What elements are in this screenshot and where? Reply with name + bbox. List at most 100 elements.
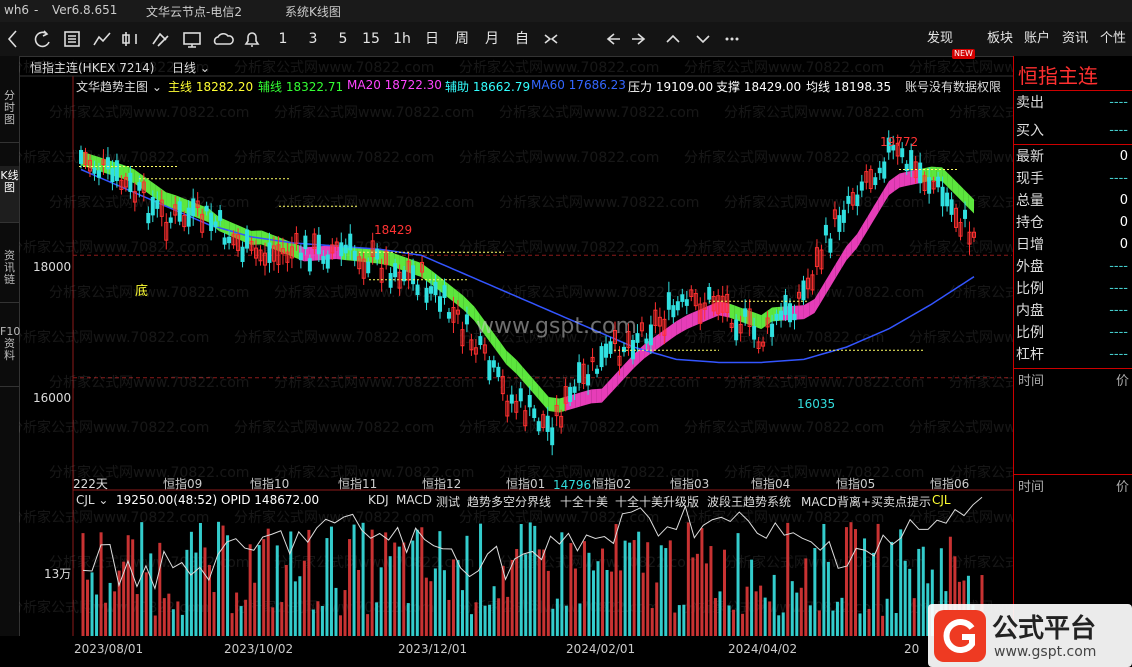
- ind-line-5: 压力 19109.00: [628, 80, 714, 94]
- kline-chart[interactable]: 分析家公式网www.70822.com 分析家公式网www.70822.com 分析…: [19, 56, 1013, 636]
- period-custom[interactable]: 自: [513, 29, 531, 49]
- candle: [146, 213, 151, 224]
- sub-tab-macd[interactable]: MACD: [396, 493, 432, 507]
- date-label: 2024/04/02: [728, 642, 798, 656]
- volume-bar: [610, 571, 614, 636]
- menu-news[interactable]: 资讯: [1062, 29, 1088, 49]
- monitor-icon: [183, 32, 201, 45]
- volume-bar: [614, 524, 618, 636]
- watermark-text: 分析家公式网www.70822.com: [19, 239, 209, 256]
- period-month[interactable]: 月: [483, 29, 501, 49]
- volume-bar: [325, 538, 329, 636]
- volume-bar: [844, 527, 848, 636]
- volume-bar: [230, 613, 234, 636]
- volume-bar: [153, 615, 157, 636]
- volume-bar: [555, 598, 559, 636]
- volume-bar: [867, 608, 871, 636]
- trend-band-segment: [506, 350, 512, 370]
- volume-bar: [578, 603, 582, 636]
- volume-bar: [718, 591, 722, 636]
- period-select[interactable]: 日线 ⌄: [172, 59, 210, 76]
- candle: [240, 246, 245, 262]
- menu-account[interactable]: 账户: [1024, 29, 1050, 49]
- period-1min[interactable]: 1: [274, 29, 292, 49]
- candle: [375, 248, 380, 260]
- menu-personal[interactable]: 个性: [1100, 29, 1126, 49]
- volume-bar: [768, 601, 772, 636]
- watermark-text: 分析家公式网www.70822.com: [909, 509, 1013, 526]
- server-node[interactable]: 文华云节点-电信2: [146, 3, 242, 20]
- sub-tab-macd-div[interactable]: MACD背离+买卖点提示: [801, 493, 931, 510]
- volume-bar: [334, 587, 338, 636]
- watermark-text: 分析家公式网www.70822.com: [274, 104, 474, 121]
- volume-bar: [605, 569, 609, 636]
- month-label: 恒指10: [250, 477, 290, 491]
- indicator-menu[interactable]: 文华趋势主图 ⌄: [76, 78, 162, 95]
- volume-bar: [339, 615, 343, 636]
- volume-bar: [876, 523, 880, 636]
- sub-tab-cjl[interactable]: CJL: [932, 493, 951, 507]
- period-week[interactable]: 周: [453, 29, 471, 49]
- watermark-text: 分析家公式网www.70822.com: [724, 374, 924, 391]
- volume-bar: [316, 601, 320, 636]
- watermark-text: 分析家公式网www.70822.com: [19, 419, 209, 436]
- title-bar: wh6 - Ver6.8.651 文华云节点-电信2 系统K线图: [0, 0, 1132, 22]
- volume-bar: [488, 604, 492, 636]
- ind-line-2: MA20 18722.30: [347, 78, 442, 92]
- candle: [752, 326, 757, 340]
- tab-kline[interactable]: K线图: [0, 166, 19, 223]
- candle: [267, 242, 272, 263]
- candle: [918, 162, 923, 184]
- volume-bar: [840, 597, 844, 636]
- sub-tab-wave[interactable]: 波段王趋势系统: [707, 493, 791, 510]
- volume-bar: [176, 601, 180, 636]
- sub-tab-perfect[interactable]: 十全十美: [560, 493, 608, 510]
- volume-bar: [863, 538, 867, 636]
- tab-f10[interactable]: F10资料: [0, 322, 20, 387]
- candle: [608, 341, 613, 354]
- candle: [442, 285, 447, 298]
- candle: [527, 395, 532, 408]
- volume-bar: [745, 586, 749, 636]
- candle: [393, 263, 398, 278]
- sub-tab-kdj[interactable]: KDJ: [368, 493, 389, 507]
- watermark-text: 分析家公式网www.70822.com: [949, 104, 1013, 121]
- tab-intraday[interactable]: 分时图: [0, 86, 19, 143]
- menu-sector[interactable]: 板块: [987, 29, 1013, 49]
- zoom-down-icon: [696, 35, 710, 44]
- candle: [734, 319, 739, 341]
- volume-bar: [185, 549, 189, 636]
- volume-bar: [311, 609, 315, 636]
- tab-news-chain[interactable]: 资讯链: [0, 246, 19, 303]
- period-15min[interactable]: 15: [362, 29, 380, 49]
- watermark-text: 分析家公式网www.70822.com: [909, 419, 1013, 436]
- contract-name[interactable]: 恒指主连(HKEX 7214): [30, 59, 154, 76]
- volume-bar: [628, 542, 632, 636]
- sub-tab-trend[interactable]: 趋势多空分界线: [467, 493, 551, 510]
- volume-bar: [587, 552, 591, 636]
- period-1h[interactable]: 1h: [393, 29, 411, 49]
- trend-band-segment: [734, 305, 741, 322]
- candle: [509, 394, 514, 404]
- trend-band-segment: [166, 192, 172, 208]
- candle: [774, 313, 779, 321]
- period-day[interactable]: 日: [423, 29, 441, 49]
- candle: [572, 386, 577, 393]
- volume-bar: [655, 582, 659, 636]
- logo-text: 公式平台: [992, 614, 1097, 644]
- trend-band-segment: [830, 263, 836, 287]
- volume-bar: [357, 569, 361, 636]
- volume-bar: [881, 615, 885, 636]
- sub-tab-perfect-plus[interactable]: 十全十美升级版: [615, 493, 699, 510]
- period-3min[interactable]: 3: [304, 29, 322, 49]
- menu-discover[interactable]: 发现: [927, 29, 953, 49]
- month-label: 恒指01: [506, 477, 546, 491]
- sub-indicator-select[interactable]: CJL ⌄: [76, 493, 108, 507]
- line-chart-icon: [93, 32, 111, 46]
- row-sell: 卖出 ----: [1016, 95, 1128, 111]
- period-5min[interactable]: 5: [334, 29, 352, 49]
- watermark-text: 分析家公式网www.70822.com: [234, 59, 434, 76]
- candle: [743, 308, 748, 317]
- row-daily-change: 日增 0: [1016, 237, 1128, 253]
- sub-tab-test[interactable]: 测试: [436, 493, 460, 510]
